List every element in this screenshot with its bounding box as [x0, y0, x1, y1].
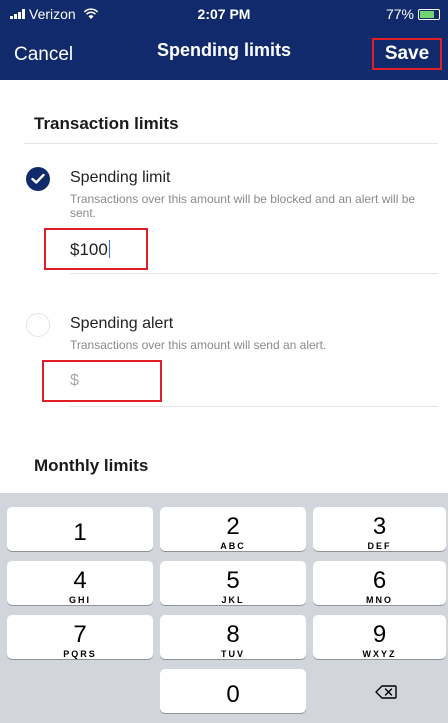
key-1[interactable]: 1 — [7, 507, 153, 551]
header: Verizon 2:07 PM 77% Cancel Spending limi… — [0, 0, 448, 80]
spending-limit-value: $100 — [70, 240, 111, 260]
spending-limit-description: Transactions over this amount will be bl… — [70, 192, 416, 220]
key-9[interactable]: 9 WXYZ — [313, 615, 446, 659]
key-7[interactable]: 7 PQRS — [7, 615, 153, 659]
spending-alert-radio[interactable] — [26, 313, 50, 337]
battery-percent: 77% — [385, 6, 414, 22]
checkmark-icon — [31, 173, 45, 184]
key-4[interactable]: 4 GHI — [7, 561, 153, 605]
save-button[interactable]: Save — [372, 38, 442, 70]
key-6[interactable]: 6 MNO — [313, 561, 446, 605]
key-3[interactable]: 3 DEF — [313, 507, 446, 551]
status-time: 2:07 PM — [197, 6, 251, 22]
numeric-keypad: 1 2 ABC 3 DEF 4 GHI 5 JKL 6 MNO 7 PQRS 8 TUV 9W… — [0, 493, 448, 723]
spending-alert-description: Transactions over this amount will send … — [70, 338, 327, 352]
transaction-limits-heading: Transaction limits — [34, 114, 179, 133]
backspace-icon — [375, 685, 397, 699]
divider — [70, 406, 438, 407]
status-right: 77% — [386, 6, 440, 22]
spending-limit-input[interactable]: $100 — [44, 228, 148, 270]
delete-key[interactable] — [313, 669, 446, 713]
spending-alert-label: Spending alert — [70, 315, 174, 332]
main-content: Transaction limits Spending limit Transa… — [0, 80, 448, 493]
spending-alert-placeholder: $ — [70, 372, 79, 389]
spending-alert-input[interactable]: $ — [42, 360, 162, 402]
key-8[interactable]: 8 TUV — [160, 615, 306, 659]
monthly-limits-heading: Monthly limits — [34, 456, 149, 475]
divider — [24, 143, 438, 144]
spending-limit-radio[interactable] — [26, 167, 50, 191]
status-bar: Verizon 2:07 PM 77% — [0, 0, 448, 30]
key-5[interactable]: 5 JKL — [160, 561, 306, 605]
key-0[interactable]: 0 — [160, 669, 306, 713]
nav-bar: Cancel Spending limits Save — [0, 30, 448, 80]
battery-icon — [418, 8, 440, 20]
key-2[interactable]: 2 ABC — [160, 507, 306, 551]
spending-limit-label: Spending limit — [70, 169, 171, 186]
text-caret — [108, 240, 111, 258]
divider — [70, 273, 438, 274]
